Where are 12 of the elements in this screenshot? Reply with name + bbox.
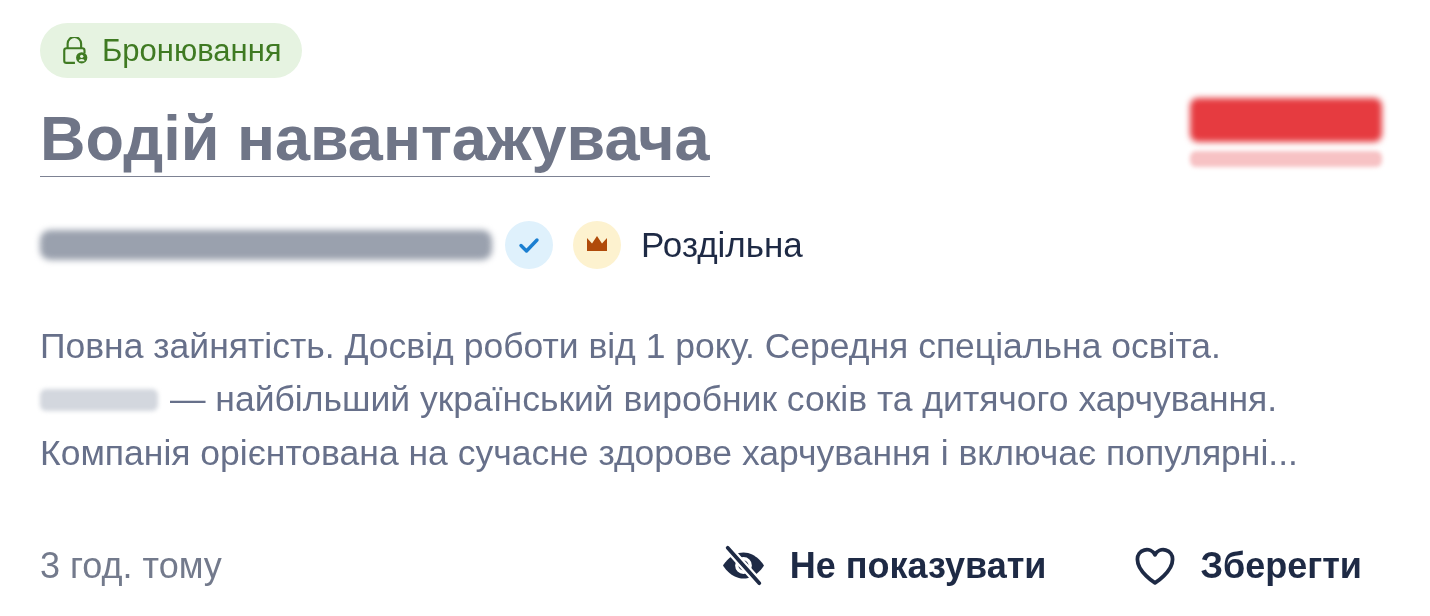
description-text: Компанія орієнтована на сучасне здорове харчування і включає популярні... <box>40 431 1298 475</box>
heart-icon <box>1134 546 1177 585</box>
location-text: Роздільна <box>641 226 803 265</box>
description-text: Повна зайнятість. Досвід роботи від 1 року. Середня спеціальна освіта. <box>40 324 1221 368</box>
posted-time: 3 год. тому <box>40 543 222 588</box>
description-text: — найбільший український виробник соків та дитячого харчування. <box>170 378 1278 421</box>
hide-button[interactable]: Не показувати <box>720 543 1047 588</box>
job-title-link[interactable]: Водій навантажувача <box>40 102 710 178</box>
lock-person-icon <box>63 37 88 64</box>
eye-slash-icon <box>720 545 766 587</box>
tag-label: Бронювання <box>102 35 282 66</box>
save-button[interactable]: Зберегти <box>1134 543 1362 588</box>
